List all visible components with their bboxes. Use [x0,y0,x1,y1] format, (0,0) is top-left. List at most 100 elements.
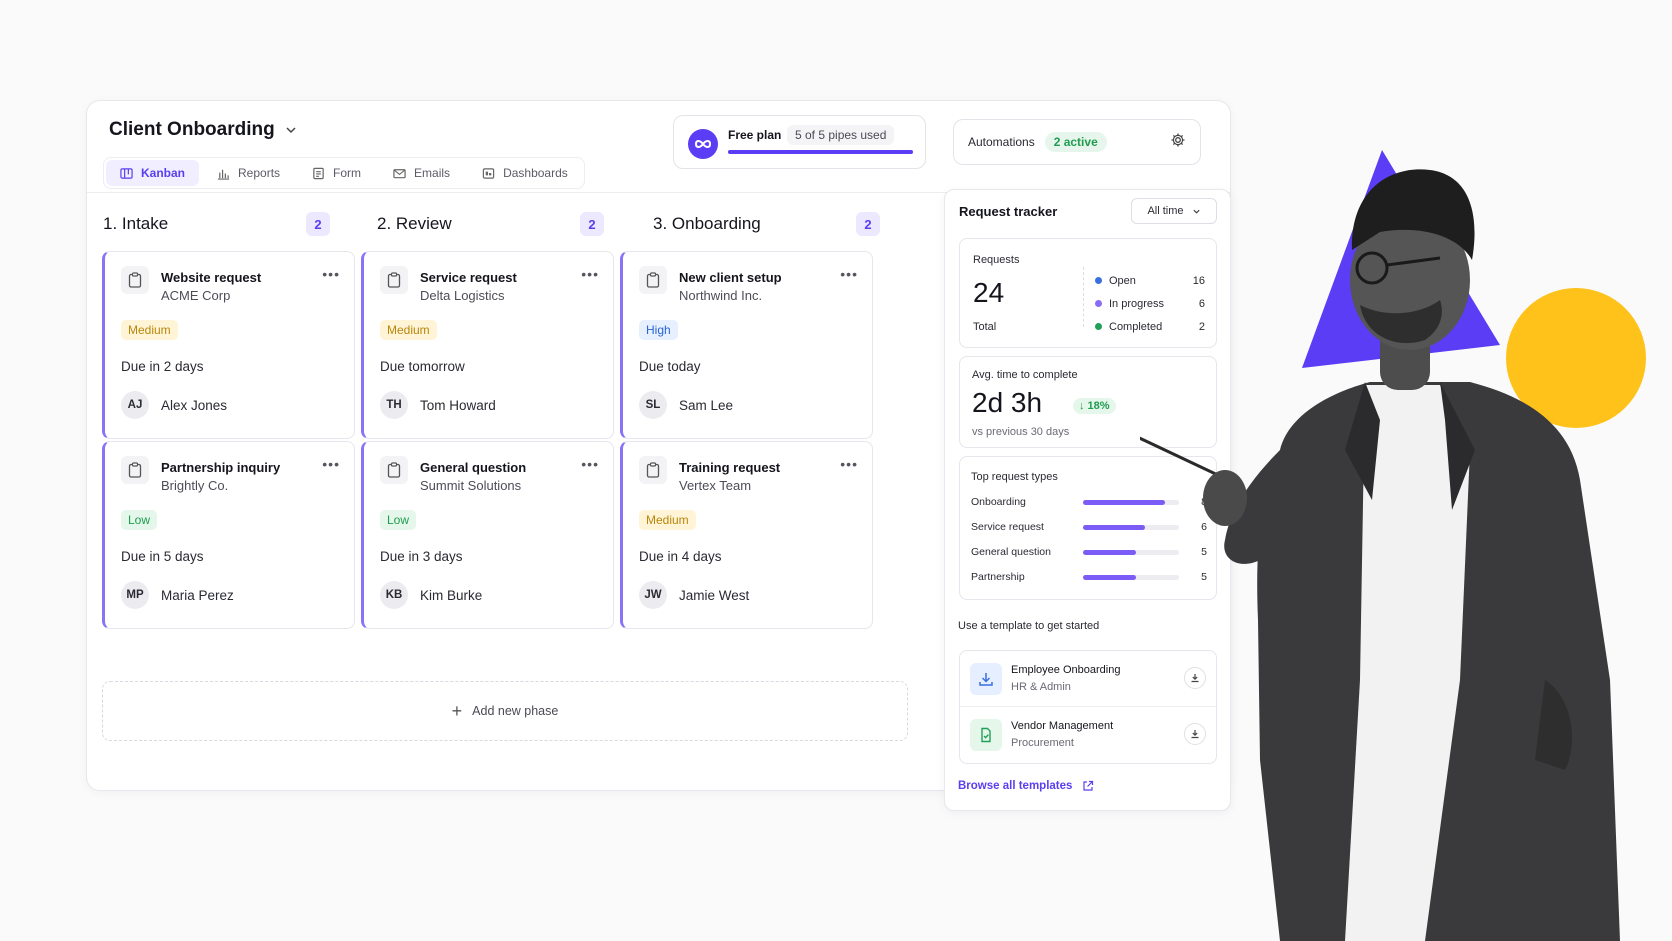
card-title: Partnership inquiry [161,460,281,475]
requests-total-label: Total [973,321,997,333]
due-date: Due in 4 days [639,549,722,564]
card-company: Brightly Co. [161,478,229,493]
priority-badge: Medium [639,510,696,530]
kanban-card[interactable]: Training request Vertex Team ••• Medium Due … [620,441,873,629]
avatar: AJ [121,391,149,419]
column-count-badge: 2 [306,212,330,236]
infinity-icon [688,129,718,159]
card-title: New client setup [679,270,782,285]
template-name: Employee Onboarding [1011,664,1121,676]
plan-usage-widget[interactable]: Free plan 5 of 5 pipes used [673,115,926,169]
clipboard-icon [639,456,667,484]
column-count-badge: 2 [580,212,604,236]
plan-usage-fill [728,150,913,154]
requests-total-value: 24 [973,277,1005,308]
card-company: Vertex Team [679,478,752,493]
bar-chart-icon [217,169,230,180]
request-type-name: Partnership [971,571,1025,583]
tab-reports[interactable]: Reports [203,160,294,186]
form-icon [313,167,324,179]
more-options-icon[interactable]: ••• [840,266,858,282]
tracker-title: Request tracker [959,204,1058,219]
template-icon-box [970,719,1002,751]
kanban-card[interactable]: New client setup Northwind Inc. ••• High Due… [620,251,873,439]
request-type-name: Service request [971,521,1044,533]
add-phase-label: Add new phase [472,704,559,718]
request-type-bar-fill [1083,524,1146,530]
download-tray-icon [979,673,993,686]
tab-form[interactable]: Form [298,160,375,186]
due-date: Due in 3 days [380,549,463,564]
kanban-column-intake: 1. Intake 2 [87,211,340,237]
assignee-name: Kim Burke [420,588,483,603]
kanban-card[interactable]: General question Summit Solutions ••• Low Du… [361,441,614,629]
assignee-name: Jamie West [679,588,750,603]
add-phase-button[interactable]: + Add new phase [102,681,908,741]
avatar: SL [639,391,667,419]
avg-time-compare: vs previous 30 days [972,426,1070,438]
tab-label: Kanban [141,166,186,180]
more-options-icon[interactable]: ••• [581,266,599,282]
clipboard-icon [121,456,149,484]
tab-label: Emails [414,166,451,180]
kanban-card[interactable]: Service request Delta Logistics ••• Medium D… [361,251,614,439]
assignee-name: Tom Howard [420,398,496,413]
avatar: MP [121,581,149,609]
more-options-icon[interactable]: ••• [322,456,340,472]
column-count-badge: 2 [856,212,880,236]
status-dot [1095,277,1102,284]
more-options-icon[interactable]: ••• [581,456,599,472]
automations-status-badge: 2 active [1044,132,1107,152]
kanban-card[interactable]: Partnership inquiry Brightly Co. ••• Low Due… [102,441,355,629]
clipboard-icon [380,456,408,484]
templates-heading: Use a template to get started [958,620,1100,632]
avatar: KB [380,581,408,609]
view-tabs: Kanban Reports Form Emails Dashboards [103,157,585,189]
card-title: Training request [679,460,781,475]
tab-label: Reports [238,166,281,180]
tab-emails[interactable]: Emails [379,160,464,186]
app-header: Client Onboarding Kanban Reports Form Em… [87,101,1230,193]
pointer-stick [1140,436,1223,479]
kanban-column-review: 2. Review 2 [361,211,614,237]
more-options-icon[interactable]: ••• [840,456,858,472]
avg-time-label: Avg. time to complete [972,369,1078,381]
due-date: Due tomorrow [380,359,465,374]
clipboard-icon [639,266,667,294]
priority-badge: Medium [380,320,437,340]
template-category: Procurement [1011,737,1074,749]
automations-label: Automations [968,135,1035,149]
tab-label: Form [333,166,362,180]
priority-badge: Low [121,510,158,530]
card-title: Service request [420,270,517,285]
card-company: Northwind Inc. [679,288,763,303]
mail-icon [393,168,406,178]
tab-dashboards[interactable]: Dashboards [468,160,582,186]
due-date: Due today [639,359,701,374]
due-date: Due in 5 days [121,549,204,564]
tab-kanban[interactable]: Kanban [106,160,200,186]
browse-templates-link[interactable]: Browse all templates [958,780,1094,792]
due-date: Due in 2 days [121,359,204,374]
kanban-card[interactable]: Website request ACME Corp ••• Medium Due in … [102,251,355,439]
divider [1083,267,1084,327]
chevron-down-icon[interactable] [285,124,297,139]
assignee-name: Maria Perez [161,588,234,603]
browse-templates-label: Browse all templates [958,780,1073,792]
avatar: TH [380,391,408,419]
external-link-icon [1083,780,1094,791]
requests-label: Requests [973,254,1020,266]
top-types-label: Top request types [971,471,1058,483]
clipboard-icon [121,266,149,294]
plus-icon: + [451,700,463,721]
more-options-icon[interactable]: ••• [322,266,340,282]
dashboard-icon [482,167,495,179]
avg-time-value: 2d 3h [972,387,1043,418]
template-category: HR & Admin [1011,681,1071,693]
tab-label: Dashboards [503,166,568,180]
avg-time-delta-badge: ↓ 18% [1073,398,1116,414]
status-label: Open [1109,274,1136,287]
card-company: ACME Corp [161,288,231,303]
page-title[interactable]: Client Onboarding [109,119,297,141]
presenter-photo [1140,169,1620,941]
